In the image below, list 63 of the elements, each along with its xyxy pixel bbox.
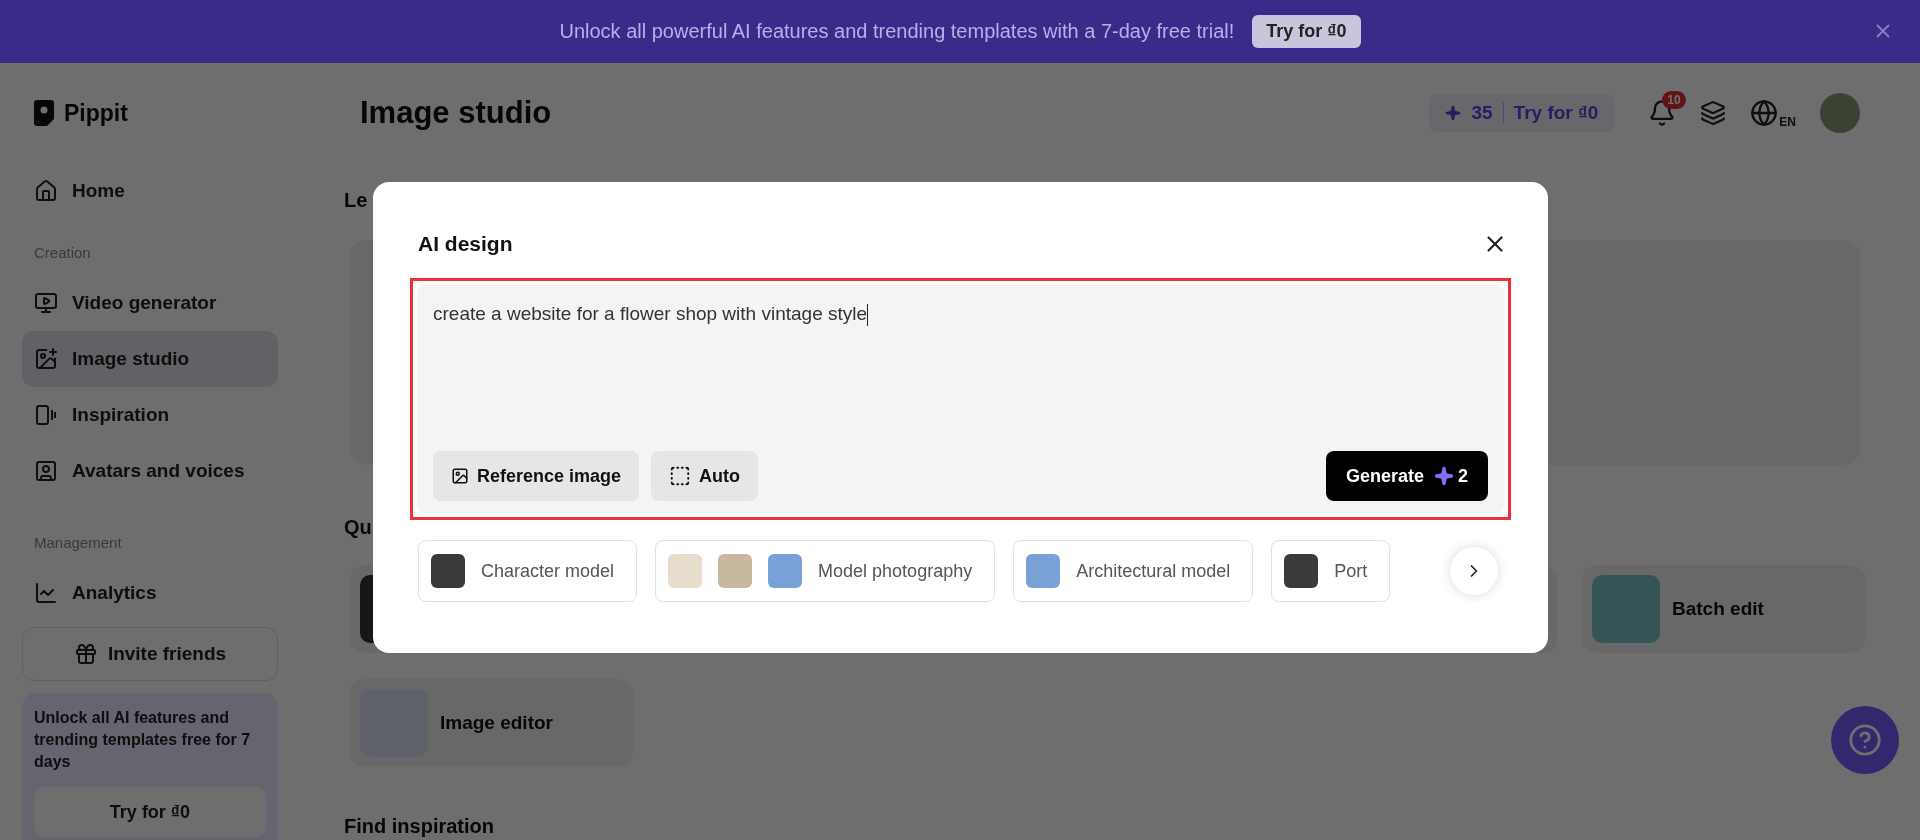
gift-icon: [73, 642, 98, 666]
dialog-title: AI design: [418, 232, 513, 256]
photo-placeholder: [768, 554, 803, 588]
dashed-square-icon: [669, 465, 692, 487]
sidebar-item-label: Image studio: [72, 348, 190, 370]
section-heading: Qu: [344, 515, 372, 540]
tool-card[interactable]: Image editor: [350, 679, 633, 767]
trial-button[interactable]: Try for ₫0: [1252, 15, 1361, 48]
sidebar-item[interactable]: Image studio: [22, 331, 278, 387]
sidebar-item[interactable]: Home: [22, 163, 278, 219]
generate-button[interactable]: Generate 2: [1325, 451, 1488, 501]
credits-pill[interactable]: 35 Try for ₫0: [1429, 94, 1615, 132]
help-icon: [1848, 723, 1882, 757]
user-icon: [34, 459, 58, 483]
sidebar-item-label: Video generator: [72, 292, 217, 314]
sidebar-item[interactable]: Avatars and voices: [22, 443, 278, 499]
sidebar-item-label: Home: [72, 180, 125, 202]
tool-label: Image editor: [440, 712, 553, 734]
sparkle-icon: [1434, 466, 1454, 486]
image-icon: [451, 467, 469, 485]
tool-card[interactable]: Batch edit: [1582, 565, 1865, 653]
sparkle-icon: [1445, 105, 1462, 121]
invite-button[interactable]: Invite friends: [22, 627, 278, 681]
section-heading: Le: [344, 188, 368, 213]
photo-placeholder: [1592, 575, 1660, 643]
language-code[interactable]: EN: [1779, 115, 1796, 129]
section-heading: Find inspiration: [344, 814, 494, 839]
video-icon: [34, 291, 58, 315]
trial-link[interactable]: Try for ₫0: [1513, 102, 1599, 124]
sidebar-item-label: Analytics: [72, 582, 157, 604]
notification-badge: 10: [1662, 91, 1686, 109]
option-button[interactable]: Reference image: [433, 451, 640, 501]
sidebar-item-label: Inspiration: [72, 404, 170, 426]
style-chip[interactable]: Architectural model: [1013, 540, 1254, 602]
banner-text: Unlock all powerful AI features and trending templates with a 7-day free trial!: [559, 20, 1235, 43]
sidebar-item-label: Avatars and voices: [72, 460, 245, 482]
page-title: Image studio: [360, 95, 553, 131]
avatar[interactable]: [1820, 93, 1860, 133]
sidebar-item[interactable]: Video generator: [22, 275, 278, 331]
photo-placeholder: [668, 554, 703, 588]
tool-label: Batch edit: [1672, 598, 1764, 620]
style-chip[interactable]: Character model: [418, 540, 638, 602]
phone-bars-icon: [34, 403, 58, 427]
logo-text: Pippit: [64, 99, 128, 127]
sidebar-item[interactable]: Inspiration: [22, 387, 278, 443]
sidebar-item[interactable]: Analytics: [22, 565, 278, 621]
logo-icon: [34, 100, 54, 126]
stack-icon[interactable]: [1700, 100, 1727, 126]
option-button[interactable]: Auto: [651, 451, 759, 501]
photo-placeholder: [431, 554, 465, 588]
photo-placeholder: [1284, 554, 1319, 588]
credits-count: 35: [1471, 102, 1493, 124]
image-icon: [34, 347, 58, 371]
photo-placeholder: [1026, 554, 1061, 588]
promo-text: Unlock all AI features and trending templates free for 7 days: [34, 708, 252, 772]
chart-icon: [34, 581, 58, 605]
home-icon: [34, 179, 58, 203]
prompt-input[interactable]: create a website for a flower shop with vintage style: [433, 303, 869, 451]
globe-icon[interactable]: [1750, 99, 1779, 127]
photo-placeholder: [718, 554, 753, 588]
style-chip[interactable]: Model photography: [655, 540, 996, 602]
style-chip[interactable]: Port: [1271, 540, 1391, 602]
trial-button[interactable]: Try for ₫0: [34, 787, 266, 837]
